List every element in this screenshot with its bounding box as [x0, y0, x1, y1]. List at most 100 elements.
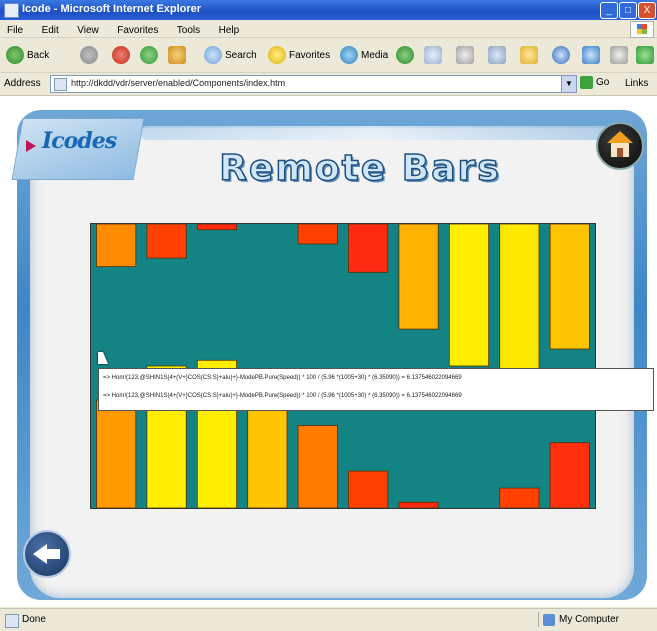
address-url: http://dkdd/vdr/server/enabled/Component…: [71, 78, 286, 88]
print-button[interactable]: [456, 44, 477, 66]
refresh-icon: [140, 46, 158, 64]
house-icon: [168, 46, 186, 64]
messenger-button[interactable]: [552, 44, 573, 66]
media-label: Media: [361, 49, 389, 61]
back-button[interactable]: [23, 530, 71, 578]
top-bar-10: [549, 224, 590, 350]
forward-arrow-icon: [80, 46, 98, 64]
top-bar-9: [499, 224, 540, 373]
house-roof-icon: [607, 131, 633, 143]
address-input[interactable]: http://dkdd/vdr/server/enabled/Component…: [50, 75, 572, 93]
media-button[interactable]: Media: [340, 44, 388, 66]
security-zone: My Computer: [538, 612, 657, 627]
logo-text: Icodes: [42, 128, 117, 154]
star-icon: [268, 46, 286, 64]
tooltip-line-1: => Hom!(123,@SHIN1S(4+(V+}COS(CS:S}+alu}…: [103, 375, 462, 381]
printer-icon: [456, 46, 474, 64]
top-bar-8: [448, 224, 489, 367]
back-nav-label: Back: [27, 49, 50, 61]
close-button[interactable]: X: [638, 2, 656, 19]
computer-icon: [543, 613, 555, 626]
house-door-icon: [617, 148, 623, 157]
home-button[interactable]: [596, 122, 644, 170]
refresh-button[interactable]: [140, 44, 161, 66]
history-icon: [396, 46, 414, 64]
favorites-button[interactable]: Favorites: [268, 44, 330, 66]
menu-file[interactable]: File: [0, 22, 30, 36]
history-button[interactable]: [396, 44, 417, 66]
ie-icon: [4, 3, 19, 18]
menu-favorites[interactable]: Favorites: [110, 22, 165, 36]
mail-icon: [424, 46, 442, 64]
go-label: Go: [596, 77, 610, 88]
expression-tooltip: => Hom!(123,@SHIN1S(4+(V+}COS(CS:S}+alu}…: [98, 368, 654, 411]
bottom-bar-6: [348, 470, 389, 508]
favorites-label: Favorites: [289, 49, 331, 61]
messenger-people-icon: [636, 46, 654, 64]
menu-tools[interactable]: Tools: [170, 22, 207, 36]
title-bar: Icode - Microsoft Internet Explorer _ □ …: [0, 0, 657, 20]
forward-nav-button[interactable]: [80, 44, 101, 66]
tool-button-b[interactable]: [610, 44, 631, 66]
bottom-bar-5: [297, 425, 338, 508]
bottom-bar-7: [398, 501, 439, 508]
edit-button[interactable]: [488, 44, 509, 66]
mouse-cursor-icon: [98, 352, 108, 364]
messenger-icon: [552, 46, 570, 64]
search-icon: [204, 46, 222, 64]
stop-button[interactable]: [112, 44, 133, 66]
back-nav-button[interactable]: Back: [6, 44, 49, 66]
go-button[interactable]: Go: [580, 76, 609, 89]
top-bar-3: [196, 224, 238, 231]
menu-help[interactable]: Help: [212, 22, 247, 36]
top-bar-5: [297, 224, 338, 245]
page-icon: [54, 78, 67, 91]
address-label: Address: [4, 78, 41, 89]
page-viewport: Icodes Remote Bars => Hom!(123,@SHIN1S(4…: [0, 96, 657, 607]
bottom-bar-1: [96, 399, 137, 508]
menu-bar: File Edit View Favorites Tools Help: [0, 20, 657, 38]
top-bar-2: [146, 224, 187, 259]
mail-button[interactable]: [424, 44, 445, 66]
back-arrow-icon: [6, 46, 24, 64]
address-dropdown-button[interactable]: ▼: [561, 75, 577, 93]
bars-svg: [96, 224, 590, 508]
tool-button-a[interactable]: [582, 44, 603, 66]
bottom-bar-10: [549, 442, 590, 508]
folder-icon: [520, 46, 538, 64]
status-text: Done: [22, 614, 46, 625]
discuss-icon: [610, 46, 628, 64]
top-bar-1: [96, 224, 137, 267]
windows-logo-icon: [630, 21, 654, 38]
home-nav-button[interactable]: [168, 44, 189, 66]
search-button[interactable]: Search: [204, 44, 257, 66]
menu-edit[interactable]: Edit: [35, 22, 66, 36]
edit-icon: [488, 46, 506, 64]
top-bar-6: [348, 224, 389, 273]
research-icon: [582, 46, 600, 64]
tooltip-line-2: => Hom!(123,@SHIN1S(4+(V+}COS(CS:S}+alu}…: [103, 393, 462, 399]
standard-toolbar: Back Search Favorites Media: [0, 38, 657, 73]
menu-view[interactable]: View: [70, 22, 106, 36]
ie-window: Icode - Microsoft Internet Explorer _ □ …: [0, 0, 657, 631]
window-title: Icode - Microsoft Internet Explorer: [22, 3, 202, 15]
bottom-bar-9: [499, 487, 540, 508]
minimize-button[interactable]: _: [600, 2, 618, 19]
media-icon: [340, 46, 358, 64]
stop-icon: [112, 46, 130, 64]
tool-button-c[interactable]: [636, 44, 657, 66]
page-done-icon: [5, 614, 19, 628]
logo-arrow-icon: [26, 140, 36, 152]
maximize-button[interactable]: □: [619, 2, 637, 19]
header-swoosh: [140, 126, 610, 140]
page-title: Remote Bars: [219, 147, 501, 190]
remote-bars-chart: [90, 223, 596, 509]
status-bar: Done My Computer: [0, 608, 657, 631]
back-arrow-stem: [46, 549, 60, 559]
links-button[interactable]: Links: [625, 78, 648, 89]
zone-label: My Computer: [559, 614, 620, 625]
top-bar-7: [398, 224, 439, 330]
address-bar: Address http://dkdd/vdr/server/enabled/C…: [0, 73, 657, 96]
folder-button[interactable]: [520, 44, 541, 66]
back-arrow-icon: [33, 544, 47, 564]
